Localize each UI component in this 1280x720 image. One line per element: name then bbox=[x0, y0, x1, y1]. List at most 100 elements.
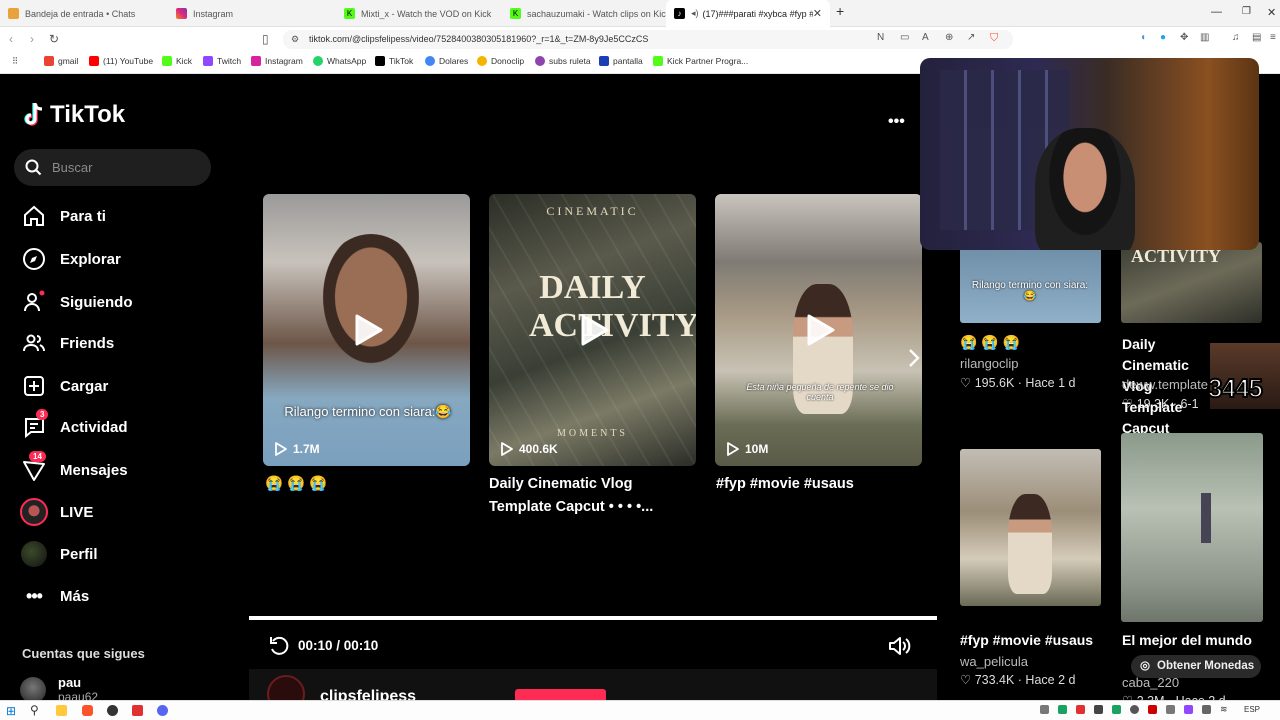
close-window-icon[interactable]: ✕ bbox=[1267, 6, 1276, 19]
tray-icon[interactable] bbox=[1058, 705, 1067, 714]
back-icon[interactable]: ‹ bbox=[9, 32, 13, 46]
extension-icon[interactable]: N bbox=[877, 32, 884, 43]
tray-icon[interactable] bbox=[1076, 705, 1085, 714]
translate-icon[interactable]: A bbox=[922, 32, 929, 43]
bookmark-youtube[interactable]: (11) YouTube bbox=[89, 56, 153, 66]
reload-icon[interactable]: ↻ bbox=[49, 32, 59, 46]
bookmark-whatsapp[interactable]: WhatsApp bbox=[313, 56, 366, 66]
video-title-2[interactable]: Daily Cinematic Vlog Template Capcut • •… bbox=[489, 473, 694, 519]
tray-icon[interactable] bbox=[1202, 705, 1211, 714]
tray-icon[interactable] bbox=[1094, 705, 1103, 714]
tab-bandeja[interactable]: Bandeja de entrada • Chats bbox=[0, 0, 168, 27]
bookmark-dolares[interactable]: Dolares bbox=[425, 56, 468, 66]
side-video-user-1[interactable]: rilangoclip bbox=[960, 356, 1019, 371]
tray-icon[interactable] bbox=[1130, 705, 1139, 714]
music-icon[interactable]: ♫ bbox=[1232, 32, 1240, 43]
tray-icon[interactable] bbox=[1148, 705, 1157, 714]
close-tab-icon[interactable]: ✕ bbox=[813, 7, 822, 20]
zoom-icon[interactable]: ⊕ bbox=[945, 32, 953, 43]
wallet-icon[interactable]: ▤ bbox=[1252, 32, 1261, 43]
sidebar-icon[interactable]: ▥ bbox=[1200, 32, 1209, 43]
brave-shield-icon[interactable]: ⛉ bbox=[990, 32, 998, 45]
nav-cargar[interactable]: Cargar bbox=[20, 372, 108, 400]
more-icon: ••• bbox=[26, 585, 43, 606]
file-explorer-icon[interactable] bbox=[56, 705, 67, 716]
share-icon[interactable]: ↗ bbox=[967, 32, 975, 43]
nav-friends[interactable]: Friends bbox=[20, 329, 114, 357]
tab-instagram[interactable]: Instagram bbox=[168, 0, 336, 27]
side-video-thumb-4[interactable] bbox=[1121, 433, 1263, 622]
video-card-3[interactable]: Esta niña pequeña de repente se dio cuen… bbox=[715, 194, 922, 466]
kick-icon: K bbox=[510, 8, 521, 19]
nav-explorar[interactable]: Explorar bbox=[20, 245, 121, 273]
progress-track[interactable] bbox=[249, 616, 937, 620]
volume-icon[interactable] bbox=[887, 635, 911, 657]
bookmark-twitch[interactable]: Twitch bbox=[203, 56, 241, 66]
tiktok-logo[interactable]: TikTok bbox=[22, 101, 125, 129]
video-card-2[interactable]: CINEMATIC DAILY ACTIVITY MOMENTS 400.6K bbox=[489, 194, 696, 466]
side-video-thumb-2[interactable]: ACTIVITY bbox=[1121, 242, 1262, 323]
bookmark-gmail[interactable]: gmail bbox=[44, 56, 78, 66]
language-indicator[interactable]: ESP bbox=[1244, 705, 1260, 714]
minimize-icon[interactable]: — bbox=[1211, 6, 1222, 18]
tray-icon[interactable] bbox=[1040, 705, 1049, 714]
nav-siguiendo[interactable]: Siguiendo bbox=[20, 288, 133, 316]
bookmark-donoclip[interactable]: Donoclip bbox=[477, 56, 524, 66]
extension-icon[interactable]: ● bbox=[1160, 32, 1166, 43]
nav-perfil[interactable]: Perfil bbox=[20, 540, 98, 568]
bookmark-subs-ruleta[interactable]: subs ruleta bbox=[535, 56, 591, 66]
replay-icon[interactable] bbox=[268, 635, 290, 657]
menu-icon[interactable]: ≡ bbox=[1270, 32, 1276, 43]
tray-icon[interactable] bbox=[1112, 705, 1121, 714]
new-tab-icon[interactable]: + bbox=[836, 3, 844, 19]
forward-icon[interactable]: › bbox=[30, 32, 34, 46]
side-video-title-4[interactable]: El mejor del mundo bbox=[1122, 632, 1252, 648]
side-video-user-3[interactable]: wa_pelicula bbox=[960, 654, 1028, 669]
bookmark-instagram[interactable]: Instagram bbox=[251, 56, 303, 66]
puzzle-icon[interactable]: ✥ bbox=[1180, 32, 1188, 43]
bookmark-kick-partner[interactable]: Kick Partner Progra... bbox=[653, 56, 748, 66]
live-icon bbox=[20, 498, 48, 526]
cast-icon[interactable]: ▭ bbox=[900, 32, 909, 43]
nav-mensajes[interactable]: 14 Mensajes bbox=[20, 451, 128, 484]
tab-kick-clips[interactable]: Ksachauzumaki - Watch clips on Kick bbox=[502, 0, 670, 27]
audio-icon[interactable]: ◖ bbox=[1140, 32, 1146, 43]
side-video-user-2[interactable]: deww.template bbox=[1122, 377, 1210, 392]
play-count-icon bbox=[275, 442, 287, 456]
view-count: 1.7M bbox=[275, 442, 320, 456]
video-card-1[interactable]: Rilango termino con siara:😂 1.7M bbox=[263, 194, 470, 466]
windows-start-icon[interactable]: ⊞ bbox=[6, 704, 16, 718]
app-icon[interactable] bbox=[132, 705, 143, 716]
tray-icon[interactable] bbox=[1166, 705, 1175, 714]
tiktok-page: TikTok Buscar Para ti Explorar Siguiendo… bbox=[0, 58, 1280, 713]
nav-mas[interactable]: ••• Más bbox=[20, 582, 89, 610]
bookmark-kick[interactable]: Kick bbox=[162, 56, 192, 66]
chevron-right-icon[interactable] bbox=[906, 347, 922, 369]
obtener-monedas-button[interactable]: ◎ Obtener Monedas bbox=[1131, 655, 1261, 678]
tab-kick-vod[interactable]: K Mixti_x - Watch the VOD on Kick bbox=[336, 0, 504, 27]
bookmark-tiktok[interactable]: TikTok bbox=[375, 56, 413, 66]
side-video-title-1[interactable]: 😭 😭 😭 bbox=[960, 334, 1020, 351]
search-input[interactable]: Buscar bbox=[14, 149, 211, 186]
brave-icon[interactable] bbox=[82, 705, 93, 716]
bookmark-pantalla[interactable]: pantalla bbox=[599, 56, 643, 66]
nav-live[interactable]: LIVE bbox=[20, 498, 93, 526]
video-title-3[interactable]: #fyp #movie #usaus bbox=[716, 473, 854, 496]
nav-para-ti[interactable]: Para ti bbox=[20, 202, 106, 230]
play-count-icon bbox=[501, 442, 513, 456]
bookmark-icon[interactable]: ▯ bbox=[262, 32, 269, 46]
side-video-thumb-1[interactable]: Rilango termino con siara:😂 bbox=[960, 242, 1101, 323]
nav-actividad[interactable]: 3 Actividad bbox=[20, 409, 128, 441]
wifi-icon[interactable]: ≋ bbox=[1220, 704, 1228, 715]
discord-icon[interactable] bbox=[157, 705, 168, 716]
video-title-1[interactable]: 😭 😭 😭 bbox=[265, 473, 327, 496]
search-icon[interactable]: ⚲ bbox=[30, 703, 39, 717]
obs-icon[interactable] bbox=[107, 705, 118, 716]
side-video-thumb-3[interactable] bbox=[960, 449, 1101, 606]
maximize-icon[interactable]: ❐ bbox=[1242, 6, 1251, 17]
more-options-icon[interactable]: ••• bbox=[888, 113, 905, 131]
tray-icon[interactable] bbox=[1184, 705, 1193, 714]
side-video-title-3[interactable]: #fyp #movie #usaus bbox=[960, 632, 1093, 648]
apps-icon[interactable]: ⠿ bbox=[12, 56, 18, 67]
tab-tiktok-active[interactable]: ♪ ◂) (17)###parati #xybca #fyp # ✕ bbox=[666, 0, 830, 27]
